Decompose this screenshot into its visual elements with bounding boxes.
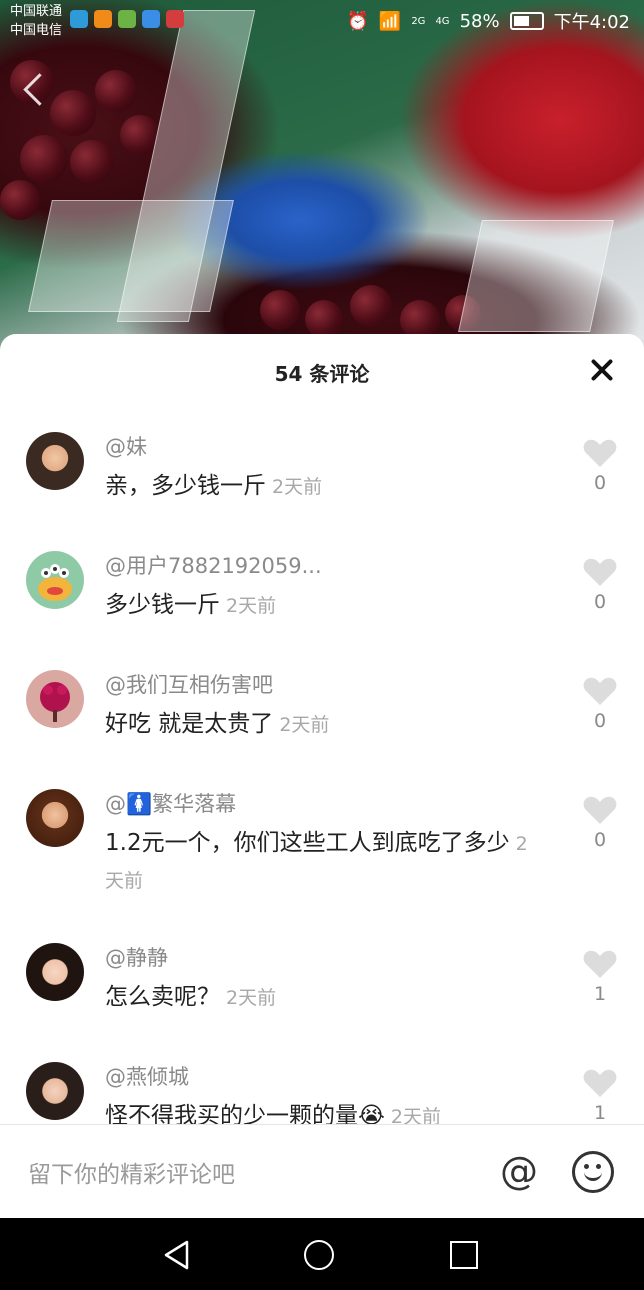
cherry — [95, 70, 137, 112]
cherry — [260, 290, 300, 330]
like-count: 0 — [593, 472, 607, 494]
battery-percent: 58% — [459, 10, 500, 32]
comment-time: 2天前 — [226, 595, 277, 617]
comment-content: 怪不得我买的少一颗的量😭 2天前 — [105, 1098, 535, 1124]
monster-avatar-icon — [38, 564, 72, 601]
carrier-labels: 中国联通 中国电信 — [10, 2, 62, 40]
comment-username[interactable]: @🚺繁华落幕 — [105, 789, 535, 819]
status-right: ⏰ 📶 2G 4G 58% 下午4:02 — [346, 8, 630, 34]
heart-icon[interactable] — [583, 438, 617, 468]
comment-input[interactable]: 留下你的精彩评论吧 — [28, 1155, 235, 1189]
mention-button[interactable]: @ — [500, 1151, 538, 1191]
comment-list[interactable]: @妹 亲，多少钱一斤 2天前 0 @用户7882192059... 多少钱一斤 … — [0, 408, 644, 1124]
avatar[interactable] — [26, 1062, 84, 1120]
comment-username[interactable]: @我们互相伤害吧 — [105, 670, 535, 700]
battery-icon — [509, 12, 544, 30]
comment-text: 怎么卖呢？ — [105, 984, 220, 1010]
video-background — [0, 0, 644, 360]
navigation-bar — [0, 1218, 644, 1290]
cherry — [70, 140, 114, 184]
comment-content: 亲，多少钱一斤 2天前 — [105, 468, 535, 505]
nav-back-icon[interactable] — [163, 1240, 191, 1270]
like-control[interactable]: 1 — [580, 1068, 620, 1124]
like-control[interactable]: 1 — [580, 949, 620, 1005]
like-count: 0 — [593, 710, 607, 732]
comment-time: 2天前 — [390, 1106, 441, 1124]
nav-home-icon[interactable] — [304, 1240, 334, 1270]
wifi-icon: 📶 — [378, 10, 402, 32]
heart-icon[interactable] — [583, 949, 617, 979]
like-control[interactable]: 0 — [580, 795, 620, 851]
like-control[interactable]: 0 — [580, 676, 620, 732]
comment-item[interactable]: @我们互相伤害吧 好吃 就是太贵了 2天前 0 — [0, 646, 644, 765]
heart-icon[interactable] — [583, 676, 617, 706]
comment-username[interactable]: @用户7882192059... — [105, 551, 535, 581]
flower-avatar-icon — [40, 682, 70, 722]
avatar[interactable] — [26, 789, 84, 847]
message-notification-icon — [118, 10, 136, 28]
heart-icon[interactable] — [583, 557, 617, 587]
nav-recent-apps-icon[interactable] — [450, 1241, 478, 1269]
news-notification-icon — [166, 10, 184, 28]
close-icon[interactable] — [590, 358, 614, 382]
like-count: 1 — [593, 983, 607, 1005]
cherry — [0, 180, 40, 220]
comment-text: 好吃 就是太贵了 — [105, 711, 274, 737]
avatar[interactable] — [26, 551, 84, 609]
comment-count-title: 54 条评论 — [274, 362, 370, 386]
comment-item[interactable]: @妹 亲，多少钱一斤 2天前 0 — [0, 408, 644, 527]
like-control[interactable]: 0 — [580, 438, 620, 494]
comment-time: 2天前 — [226, 987, 277, 1009]
comment-time: 2天前 — [272, 476, 323, 498]
emoji-icon[interactable] — [572, 1151, 614, 1193]
comment-item[interactable]: @静静 怎么卖呢？ 2天前 1 — [0, 919, 644, 1038]
comment-sheet: 54 条评论 @妹 亲，多少钱一斤 2天前 0 @用户7882192059...… — [0, 334, 644, 1218]
carrier-2: 中国电信 — [10, 23, 63, 38]
alarm-icon: ⏰ — [346, 10, 369, 32]
comment-item[interactable]: @用户7882192059... 多少钱一斤 2天前 0 — [0, 527, 644, 646]
comment-text: 1.2元一个，你们这些工人到底吃了多少 — [105, 830, 510, 856]
signal-2g: 2G — [411, 15, 426, 27]
comment-item[interactable]: @燕倾城 怪不得我买的少一颗的量😭 2天前 1 — [0, 1038, 644, 1124]
like-count: 1 — [593, 1102, 607, 1124]
avatar[interactable] — [26, 943, 84, 1001]
plastic-bag — [28, 200, 234, 312]
comment-text: 怪不得我买的少一颗的量😭 — [105, 1103, 385, 1124]
comment-username[interactable]: @燕倾城 — [105, 1062, 535, 1092]
heart-icon[interactable] — [583, 1068, 617, 1098]
sheet-header: 54 条评论 — [0, 334, 644, 408]
app-notification-icon — [94, 10, 112, 28]
comment-username[interactable]: @妹 — [105, 432, 535, 462]
comment-username[interactable]: @静静 — [105, 943, 535, 973]
emoji-mouth — [584, 1169, 602, 1181]
app-notification-icon — [70, 10, 88, 28]
comment-time: 2天前 — [279, 714, 330, 736]
like-control[interactable]: 0 — [580, 557, 620, 613]
avatar[interactable] — [26, 432, 84, 490]
comment-text: 亲，多少钱一斤 — [105, 473, 266, 499]
comment-content: 多少钱一斤 2天前 — [105, 587, 535, 624]
map-notification-icon — [142, 10, 160, 28]
comment-text: 多少钱一斤 — [105, 592, 220, 618]
avatar[interactable] — [26, 670, 84, 728]
like-count: 0 — [593, 591, 607, 613]
notification-icons — [70, 10, 184, 28]
signal-4g: 4G — [435, 15, 450, 27]
comment-content: 1.2元一个，你们这些工人到底吃了多少 2天前 — [105, 825, 535, 899]
comment-item[interactable]: @🚺繁华落幕 1.2元一个，你们这些工人到底吃了多少 2天前 0 — [0, 765, 644, 919]
cherry — [20, 135, 68, 183]
comment-content: 好吃 就是太贵了 2天前 — [105, 706, 535, 743]
heart-icon[interactable] — [583, 795, 617, 825]
cherry — [50, 90, 96, 136]
carrier-1: 中国联通 — [10, 4, 63, 19]
plastic-bag — [458, 220, 614, 332]
cherry — [305, 300, 343, 338]
comment-content: 怎么卖呢？ 2天前 — [105, 979, 535, 1016]
comment-input-bar: 留下你的精彩评论吧 @ — [0, 1124, 644, 1219]
clock: 下午4:02 — [553, 12, 630, 33]
cherry — [350, 285, 392, 327]
status-bar: 中国联通 中国电信 ⏰ 📶 2G 4G 58% 下午4:02 — [0, 0, 644, 42]
like-count: 0 — [593, 829, 607, 851]
